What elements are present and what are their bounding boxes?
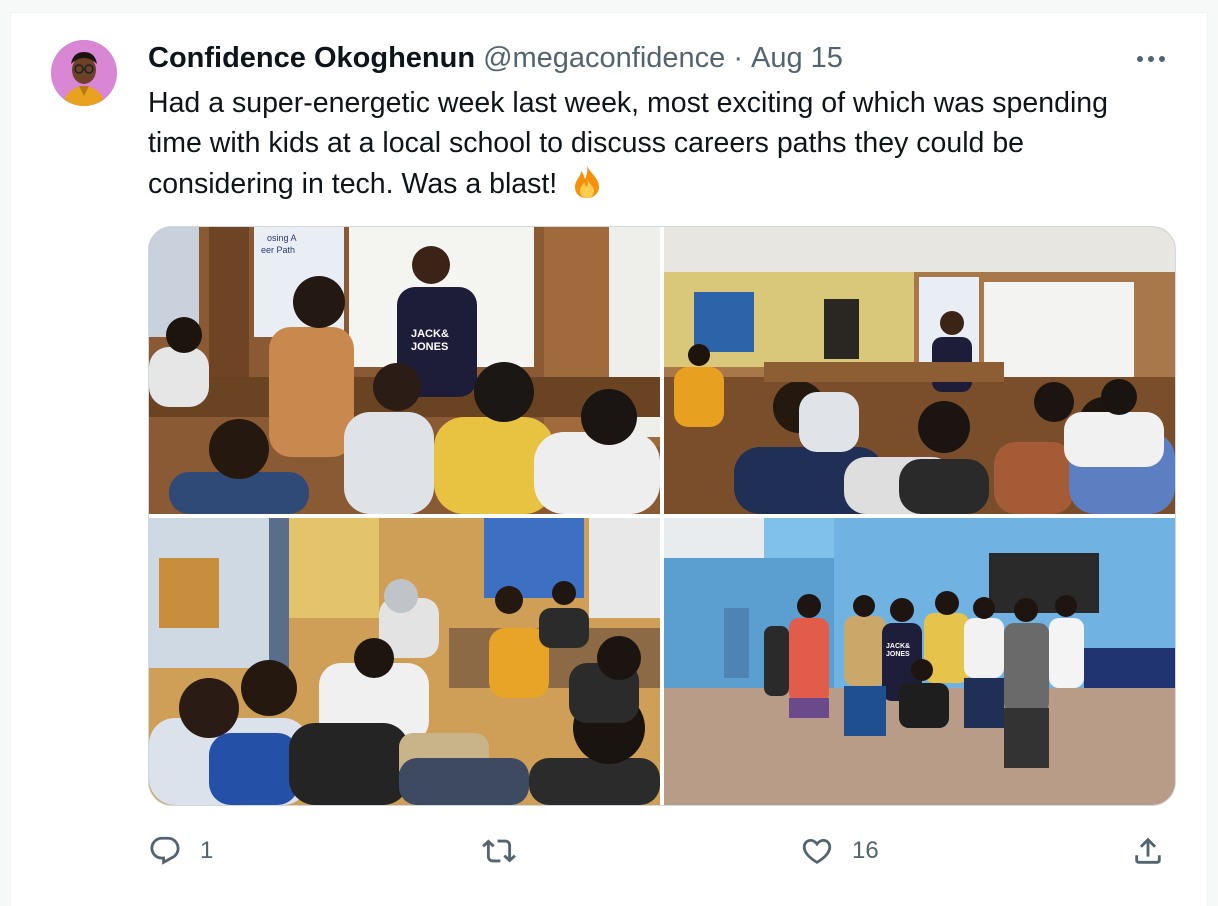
retweet-button[interactable]: [482, 831, 534, 871]
reply-button[interactable]: 1: [148, 831, 213, 871]
group-photo-outdoor-image: JACK& JONES: [664, 518, 1175, 805]
classroom-photo-3[interactable]: [149, 518, 660, 805]
header-separator: ·: [733, 41, 743, 74]
svg-text:JONES: JONES: [411, 341, 448, 353]
author-handle[interactable]: @megaconfidence: [483, 42, 725, 75]
classroom-photo-3-image: [149, 518, 660, 805]
avatar[interactable]: [51, 40, 117, 106]
tweet-text-container: Had a super-energetic week last week, mo…: [148, 83, 1158, 204]
tweet-date[interactable]: Aug 15: [751, 42, 843, 75]
like-button[interactable]: 16: [800, 831, 879, 871]
tweet-card[interactable]: Confidence Okoghenun @megaconfidence · A…: [10, 12, 1208, 906]
fire-icon: [569, 163, 605, 199]
more-options-button[interactable]: [1131, 49, 1171, 69]
banner-text-line2: eer Path: [261, 245, 295, 255]
tweet-text: Had a super-energetic week last week, mo…: [148, 87, 1108, 200]
banner-text-line1: osing A: [267, 233, 297, 243]
svg-text:JONES: JONES: [886, 651, 910, 658]
svg-text:JACK&: JACK&: [411, 328, 449, 340]
reply-icon: [150, 836, 180, 865]
reply-count: 1: [200, 837, 214, 864]
svg-text:JACK&: JACK&: [886, 643, 910, 650]
share-icon: [1135, 837, 1161, 864]
media-grid: osing A eer Path JACK& JONES JACK& JONES: [148, 226, 1176, 806]
share-button[interactable]: [1131, 831, 1165, 871]
classroom-photo-2[interactable]: [664, 227, 1175, 514]
retweet-icon: [482, 839, 516, 863]
tweet-header: Confidence Okoghenun @megaconfidence · A…: [148, 41, 843, 75]
like-count: 16: [852, 837, 879, 864]
author-display-name[interactable]: Confidence Okoghenun: [148, 42, 475, 75]
group-photo-outdoor[interactable]: JACK& JONES: [664, 518, 1175, 805]
avatar-image: [51, 40, 117, 106]
classroom-photo-1[interactable]: osing A eer Path JACK& JONES: [149, 227, 660, 514]
classroom-photo-1-image: osing A eer Path JACK& JONES: [149, 227, 660, 514]
heart-icon: [802, 838, 832, 864]
action-bar: 1 16: [148, 831, 1174, 871]
more-icon: [1137, 56, 1165, 62]
classroom-photo-2-image: [664, 227, 1175, 514]
